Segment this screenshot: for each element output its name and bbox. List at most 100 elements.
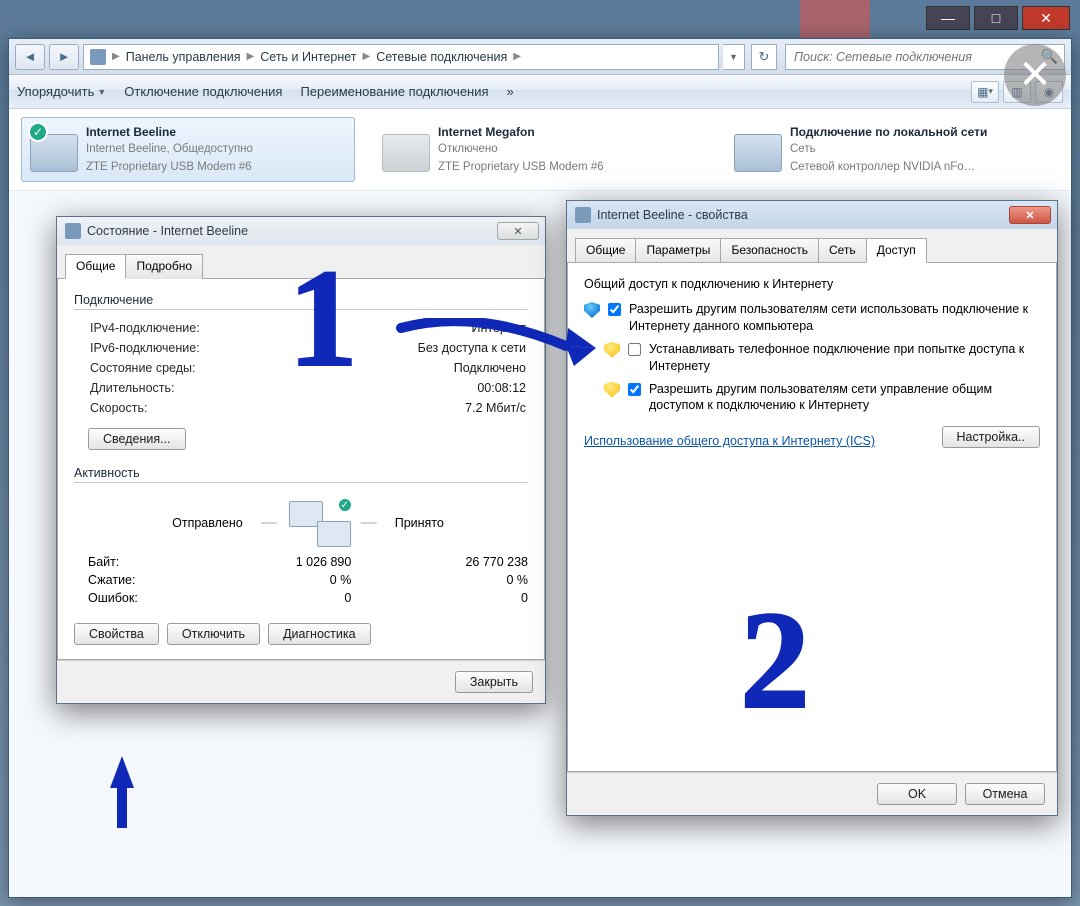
- tab-details[interactable]: Подробно: [125, 254, 203, 279]
- properties-tabs: Общие Параметры Безопасность Сеть Доступ: [567, 229, 1057, 262]
- disable-connection-button[interactable]: Отключение подключения: [124, 84, 282, 99]
- chevron-right-icon: ▶: [513, 51, 521, 62]
- connection-item[interactable]: ✓ Internet Beeline Internet Beeline, Общ…: [21, 117, 355, 182]
- rename-connection-button[interactable]: Переименование подключения: [300, 84, 488, 99]
- connection-icon: [382, 124, 430, 172]
- tab-sharing[interactable]: Доступ: [866, 238, 927, 263]
- tab-network[interactable]: Сеть: [818, 238, 867, 263]
- dialog-title: Состояние - Internet Beeline: [87, 224, 248, 238]
- dial-on-demand-row: Устанавливать телефонное подключение при…: [604, 341, 1040, 375]
- organize-label: Упорядочить: [17, 84, 94, 99]
- diagnose-button[interactable]: Диагностика: [268, 623, 370, 645]
- sharing-group-label: Общий доступ к подключению к Интернету: [584, 277, 1040, 291]
- shield-icon: [584, 302, 600, 318]
- chevron-right-icon: ▶: [247, 51, 255, 62]
- status-dialog: Состояние - Internet Beeline ✕ Общие Под…: [56, 216, 546, 704]
- window-maximize-button[interactable]: □: [974, 6, 1018, 30]
- dialog-titlebar[interactable]: Состояние - Internet Beeline ✕: [57, 217, 545, 245]
- share-allow-row: Разрешить другим пользователям сети испо…: [584, 301, 1040, 335]
- connection-icon: ✓: [30, 124, 78, 172]
- breadcrumb[interactable]: ▶ Панель управления ▶ Сеть и Интернет ▶ …: [83, 44, 719, 70]
- chevron-down-icon: ▼: [97, 87, 106, 97]
- connection-item[interactable]: Подключение по локальной сети Сеть Сетев…: [725, 117, 1059, 182]
- errors-label: Ошибок:: [88, 591, 235, 605]
- ipv4-label: IPv4-подключение:: [90, 321, 200, 335]
- bytes-sent: 1 026 890: [235, 555, 382, 569]
- command-bar: Упорядочить ▼ Отключение подключения Пер…: [9, 75, 1071, 109]
- toolbar-overflow[interactable]: »: [507, 84, 514, 99]
- details-button[interactable]: Сведения...: [88, 428, 186, 450]
- compression-sent: 0 %: [235, 573, 382, 587]
- connection-text: Internet Megafon Отключено ZTE Proprieta…: [438, 124, 604, 175]
- sent-label: Отправлено: [172, 516, 243, 530]
- ipv6-label: IPv6-подключение:: [90, 341, 200, 355]
- shield-icon: [604, 342, 620, 358]
- connection-status: Сеть: [790, 143, 816, 155]
- disconnect-button[interactable]: Отключить: [167, 623, 260, 645]
- dial-on-demand-checkbox[interactable]: [628, 343, 641, 356]
- location-icon: [90, 49, 106, 65]
- connection-device: Сетевой контроллер NVIDIA nFo…: [790, 161, 975, 173]
- tab-general[interactable]: Общие: [65, 254, 126, 279]
- view-options-button[interactable]: ▦▾: [971, 81, 999, 103]
- dialog-close-button[interactable]: ✕: [1009, 206, 1051, 224]
- bytes-recv: 26 770 238: [381, 555, 528, 569]
- compression-recv: 0 %: [381, 573, 528, 587]
- crumb-part[interactable]: Сетевые подключения: [376, 50, 507, 64]
- crumb-part[interactable]: Панель управления: [126, 50, 241, 64]
- group-connection-label: Подключение: [74, 293, 528, 307]
- shield-icon: [604, 382, 620, 398]
- allow-control-checkbox[interactable]: [628, 383, 641, 396]
- activity-icon: ✓: [287, 499, 351, 547]
- refresh-button[interactable]: ↻: [751, 44, 777, 70]
- dialog-title: Internet Beeline - свойства: [597, 208, 748, 222]
- connections-list: ✓ Internet Beeline Internet Beeline, Общ…: [9, 109, 1071, 191]
- tab-security[interactable]: Безопасность: [720, 238, 819, 263]
- chevron-right-icon: ▶: [363, 51, 371, 62]
- dialog-titlebar[interactable]: Internet Beeline - свойства ✕: [567, 201, 1057, 229]
- overlay-close-icon: ✕: [1004, 44, 1066, 106]
- connection-device: ZTE Proprietary USB Modem #6: [438, 161, 604, 173]
- speed-label: Скорость:: [90, 401, 147, 415]
- dialog-close-button[interactable]: ✕: [497, 222, 539, 240]
- properties-button[interactable]: Свойства: [74, 623, 159, 645]
- errors-sent: 0: [235, 591, 382, 605]
- chevron-right-icon: ▶: [112, 51, 120, 62]
- media-value: Подключено: [454, 361, 526, 375]
- tab-parameters[interactable]: Параметры: [635, 238, 721, 263]
- settings-button[interactable]: Настройка..: [942, 426, 1040, 448]
- connection-name: Подключение по локальной сети: [790, 125, 987, 139]
- connection-name: Internet Beeline: [86, 125, 176, 139]
- close-button[interactable]: Закрыть: [455, 671, 533, 693]
- status-tabs: Общие Подробно: [57, 245, 545, 278]
- allow-control-label: Разрешить другим пользователям сети упра…: [649, 381, 1040, 415]
- window-minimize-button[interactable]: —: [926, 6, 970, 30]
- errors-recv: 0: [381, 591, 528, 605]
- crumb-part[interactable]: Сеть и Интернет: [260, 50, 356, 64]
- ipv6-value: Без доступа к сети: [418, 341, 526, 355]
- cancel-button[interactable]: Отмена: [965, 783, 1045, 805]
- ok-button[interactable]: OK: [877, 783, 957, 805]
- share-allow-label: Разрешить другим пользователям сети испо…: [629, 301, 1040, 335]
- connection-device: ZTE Proprietary USB Modem #6: [86, 161, 252, 173]
- window-close-button[interactable]: ✕: [1022, 6, 1070, 30]
- nav-back-button[interactable]: ◄: [15, 44, 45, 70]
- bytes-label: Байт:: [88, 555, 235, 569]
- address-dropdown[interactable]: ▼: [723, 44, 745, 70]
- connection-text: Подключение по локальной сети Сеть Сетев…: [790, 124, 987, 175]
- connection-item[interactable]: Internet Megafon Отключено ZTE Proprieta…: [373, 117, 707, 182]
- group-activity-label: Активность: [74, 466, 528, 480]
- share-allow-checkbox[interactable]: [608, 303, 621, 316]
- media-label: Состояние среды:: [90, 361, 195, 375]
- tab-general[interactable]: Общие: [575, 238, 636, 263]
- properties-dialog: Internet Beeline - свойства ✕ Общие Пара…: [566, 200, 1058, 816]
- disable-label: Отключение подключения: [124, 84, 282, 99]
- duration-label: Длительность:: [90, 381, 175, 395]
- connection-status: Отключено: [438, 143, 498, 155]
- nav-forward-button[interactable]: ►: [49, 44, 79, 70]
- received-label: Принято: [395, 516, 444, 530]
- duration-value: 00:08:12: [477, 381, 526, 395]
- ics-help-link[interactable]: Использование общего доступа к Интернету…: [584, 434, 875, 448]
- address-bar: ◄ ► ▶ Панель управления ▶ Сеть и Интерне…: [9, 39, 1071, 75]
- organize-menu[interactable]: Упорядочить ▼: [17, 84, 106, 99]
